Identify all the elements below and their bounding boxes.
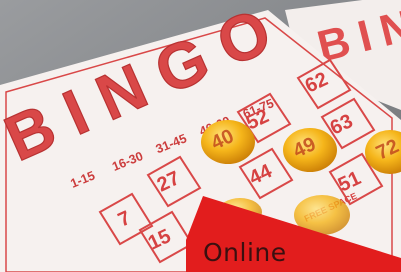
ribbon-label: Online [203, 238, 287, 267]
bingo-photo: BINGO BINGO 1-15 16-30 31-45 46-60 61-75 [0, 0, 401, 272]
